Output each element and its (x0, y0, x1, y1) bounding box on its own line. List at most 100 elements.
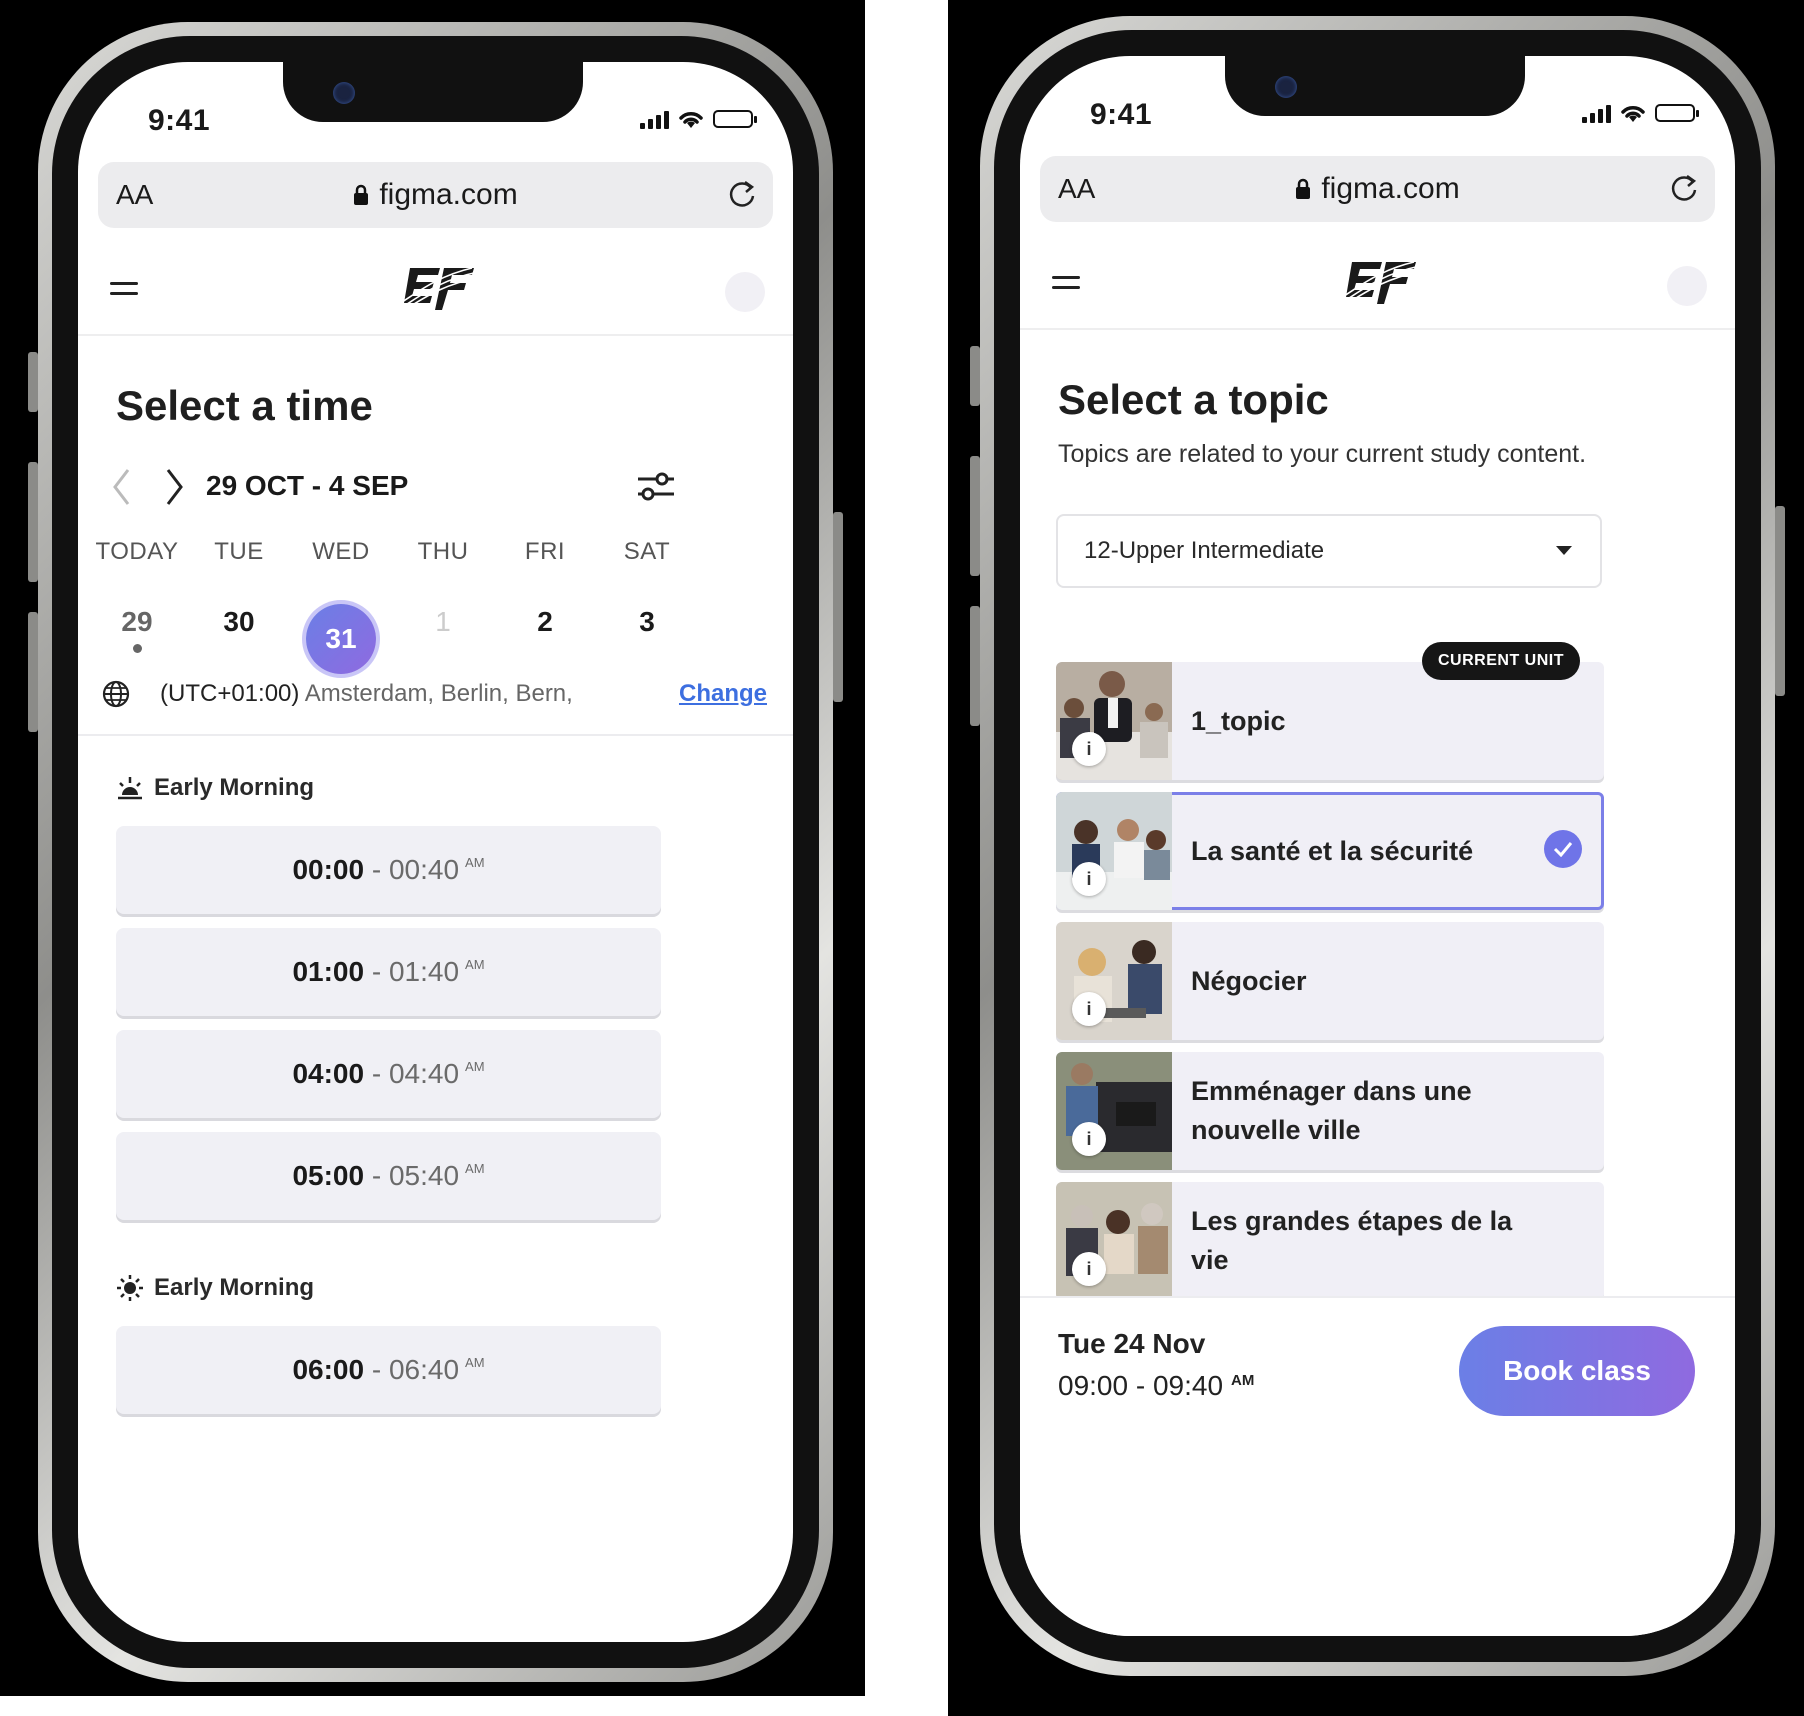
day-number: 30 (223, 606, 255, 637)
address-bar[interactable]: AA figma.com (1040, 156, 1715, 222)
notch (1225, 56, 1525, 116)
page-subtitle: Topics are related to your current study… (1058, 440, 1587, 468)
reload-icon[interactable] (727, 178, 757, 210)
info-icon[interactable]: i (1072, 992, 1106, 1026)
topic-card[interactable]: i Négocier (1056, 922, 1604, 1040)
slot-period: AM (465, 1160, 485, 1176)
app-header (1020, 238, 1735, 330)
status-icons (1582, 102, 1699, 124)
menu-icon[interactable] (110, 282, 138, 302)
topic-card-selected[interactable]: i La santé et la sécurité (1056, 792, 1604, 910)
slot-end: 05:40 (388, 1160, 460, 1191)
slot-start: 05:00 (292, 1160, 365, 1191)
status-time: 9:41 (148, 104, 211, 137)
time-slot[interactable]: 04:00 - 04:40 AM (116, 1030, 661, 1118)
url-text: figma.com (379, 178, 518, 211)
url-display[interactable]: figma.com (98, 178, 773, 212)
ef-logo-icon (1343, 261, 1421, 304)
volume-down-button (970, 606, 980, 726)
topic-thumbnail (1056, 792, 1172, 910)
time-slot[interactable]: 06:00 - 06:40 AM (116, 1326, 661, 1414)
address-bar[interactable]: AA figma.com (98, 162, 773, 228)
info-icon[interactable]: i (1072, 732, 1106, 766)
slot-start: 00:00 (292, 854, 365, 885)
day-name: WED (312, 538, 370, 565)
wifi-icon (679, 112, 703, 128)
mute-switch (970, 346, 980, 406)
volume-down-button (28, 612, 38, 732)
time-screen: 9:41 AA figma.com Select a time 29 OCT -… (78, 62, 793, 1642)
battery-icon (1655, 104, 1699, 122)
slot-separator: - (364, 956, 389, 987)
topic-name: Négocier (1191, 965, 1307, 996)
topic-thumbnail (1056, 1182, 1172, 1300)
info-icon[interactable]: i (1072, 1252, 1106, 1286)
wifi-icon (1621, 106, 1645, 122)
selected-time-period: AM (1231, 1371, 1255, 1389)
selected-date: Tue 24 Nov (1058, 1328, 1206, 1359)
section-header-early-morning: Early Morning (116, 1274, 314, 1302)
slot-start: 01:00 (292, 956, 365, 987)
lock-icon (1296, 178, 1311, 199)
topic-name: Emménager dans une nouvelle ville (1191, 1076, 1472, 1145)
slot-end: 04:40 (388, 1058, 460, 1089)
day-fri[interactable]: FRI 2 (490, 538, 600, 638)
timezone-cities: Amsterdam, Berlin, Bern, (304, 680, 573, 707)
topic-card[interactable]: i 1_topic CURRENT UNIT (1056, 642, 1604, 780)
slot-end: 06:40 (388, 1354, 460, 1385)
topic-screen: 9:41 AA figma.com Select a topic Topics … (1020, 56, 1735, 1636)
topic-card[interactable]: i Emménager dans une nouvelle ville (1056, 1052, 1604, 1170)
day-name: THU (417, 538, 469, 565)
slot-period: AM (465, 956, 485, 972)
chevron-right-icon[interactable] (164, 468, 184, 506)
day-today[interactable]: TODAY 29 (82, 538, 192, 653)
slot-separator: - (364, 1354, 389, 1385)
avatar[interactable] (1667, 266, 1707, 306)
timezone-offset: (UTC+01:00) (160, 680, 300, 707)
notch (283, 62, 583, 122)
topic-thumbnail (1056, 662, 1172, 780)
time-slot[interactable]: 05:00 - 05:40 AM (116, 1132, 661, 1220)
change-timezone-link[interactable]: Change (679, 680, 767, 708)
topic-card[interactable]: i Les grandes étapes de la vie (1056, 1182, 1604, 1300)
status-time: 9:41 (1090, 98, 1153, 131)
volume-up-button (28, 462, 38, 582)
url-text: figma.com (1321, 172, 1460, 205)
day-tue[interactable]: TUE 30 (184, 538, 294, 638)
topic-thumbnail (1056, 1052, 1172, 1170)
slot-start: 04:00 (292, 1058, 365, 1089)
cellular-signal-icon (640, 109, 669, 129)
menu-icon[interactable] (1052, 276, 1080, 296)
day-number: 29 (121, 606, 153, 637)
check-icon (1544, 830, 1582, 868)
level-select[interactable]: 12-Upper Intermediate (1056, 514, 1602, 588)
day-wed[interactable]: WED (286, 538, 396, 566)
ef-logo-icon (401, 267, 479, 310)
filter-icon[interactable] (636, 470, 676, 504)
url-display[interactable]: figma.com (1040, 172, 1715, 206)
selected-day[interactable]: 31 (306, 604, 376, 674)
book-class-button[interactable]: Book class (1459, 1326, 1695, 1416)
time-slot[interactable]: 01:00 - 01:40 AM (116, 928, 661, 1016)
section-label: Early Morning (154, 774, 315, 801)
slot-separator: - (364, 854, 389, 885)
topic-thumbnail (1056, 922, 1172, 1040)
info-icon[interactable]: i (1072, 862, 1106, 896)
slot-separator: - (364, 1058, 389, 1089)
day-sat[interactable]: SAT 3 (592, 538, 702, 638)
time-slot[interactable]: 00:00 - 00:40 AM (116, 826, 661, 914)
page-title: Select a time (116, 382, 373, 429)
globe-icon (102, 680, 130, 708)
topic-name: Les grandes étapes de la vie (1191, 1206, 1513, 1275)
slot-end: 01:40 (388, 956, 460, 987)
section-header-early-morning: Early Morning (116, 774, 314, 802)
day-name: FRI (524, 538, 566, 565)
front-camera (1275, 76, 1297, 98)
mute-switch (28, 352, 38, 412)
reload-icon[interactable] (1669, 172, 1699, 204)
booking-footer: Tue 24 Nov 09:00 - 09:40 AM Book class (1020, 1296, 1735, 1636)
avatar[interactable] (725, 272, 765, 312)
info-icon[interactable]: i (1072, 1122, 1106, 1156)
chevron-left-icon[interactable] (112, 468, 132, 506)
day-name: TUE (214, 538, 264, 565)
